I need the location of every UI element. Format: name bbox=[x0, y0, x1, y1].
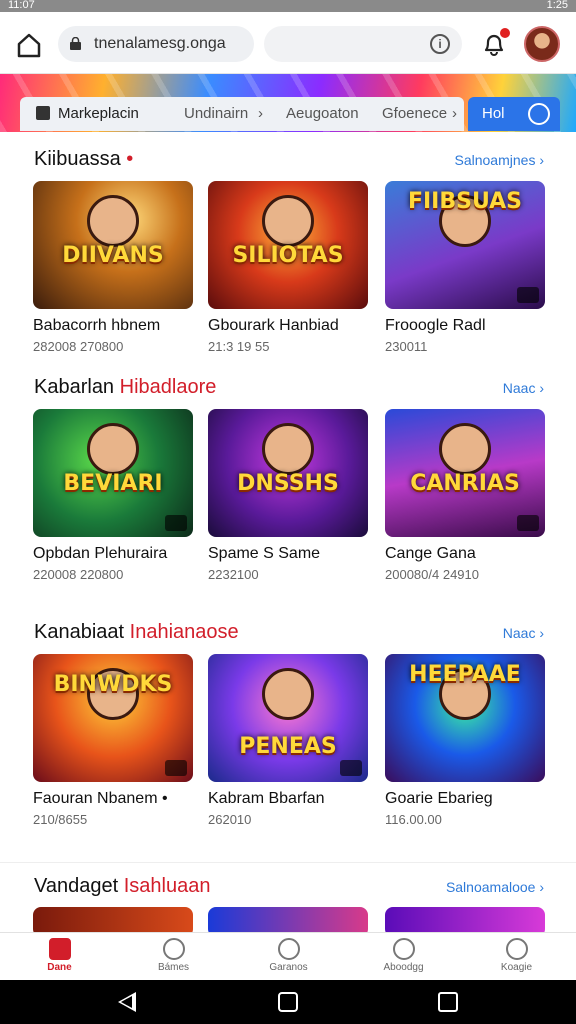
home-icon[interactable] bbox=[14, 30, 44, 60]
chevron-right-icon: › bbox=[452, 105, 457, 122]
status-bar: 11:07 1:25 bbox=[0, 0, 576, 12]
user-icon bbox=[505, 938, 528, 960]
chevron-right-icon: › bbox=[258, 105, 263, 122]
game-art-icon: BINWDKS bbox=[33, 654, 193, 782]
nav-item-profile[interactable]: Garanos bbox=[231, 933, 346, 981]
heart-icon bbox=[392, 938, 415, 960]
status-time-right: 1:25 bbox=[546, 0, 568, 11]
home-button-icon[interactable] bbox=[278, 992, 298, 1012]
game-art-icon: FIIBSUAS bbox=[385, 181, 545, 309]
game-art-icon: DNSSHS bbox=[208, 409, 368, 537]
game-meta: 230011 bbox=[385, 339, 428, 354]
game-art-icon: BEVIARI bbox=[33, 409, 193, 537]
game-meta: 21:3 19 55 bbox=[208, 339, 270, 354]
game-card[interactable]: PENEAS Kabram Bbarfan 262010 bbox=[208, 654, 368, 827]
game-title: Gbourark Hanbiad bbox=[208, 317, 339, 334]
breadcrumb-item[interactable]: Aeugoaton bbox=[286, 105, 359, 122]
breadcrumb-item[interactable]: Undinairn bbox=[184, 105, 248, 122]
status-time: 11:07 bbox=[8, 0, 35, 11]
game-title: Frooogle Radl bbox=[385, 317, 486, 334]
game-art-icon[interactable] bbox=[385, 907, 545, 932]
nav-item-favorites[interactable]: Aboodgg bbox=[346, 933, 461, 981]
profile-icon bbox=[277, 938, 300, 960]
game-card[interactable]: BEVIARI Opbdan Plehuraira 220008 220800 bbox=[33, 409, 193, 582]
game-card[interactable]: FIIBSUAS Frooogle Radl 230011 bbox=[385, 181, 545, 354]
video-badge-icon bbox=[165, 760, 187, 776]
browser-toolbar: tnenalamesg.onga i bbox=[0, 12, 576, 74]
url-field[interactable]: tnenalamesg.onga bbox=[58, 26, 254, 62]
game-art-icon: HEEPAAE bbox=[385, 654, 545, 782]
header-action-label: Hol bbox=[482, 105, 505, 122]
game-art-icon[interactable] bbox=[33, 907, 193, 932]
section-more-link[interactable]: Naac › bbox=[503, 625, 544, 641]
secondary-search-field[interactable]: i bbox=[264, 26, 462, 62]
header-action-button[interactable]: Hol bbox=[468, 97, 560, 131]
game-meta: 116.00.00 bbox=[385, 812, 442, 827]
game-meta: 2232100 bbox=[208, 567, 259, 582]
game-title: Spame S Same bbox=[208, 545, 321, 562]
smile-icon bbox=[162, 938, 185, 960]
lock-icon bbox=[70, 37, 81, 50]
game-art-icon[interactable] bbox=[208, 907, 368, 932]
main-content: Kiibuassa • Salnoamjnes › DIIVANS Babaco… bbox=[0, 132, 576, 932]
game-title: Cange Gana bbox=[385, 545, 476, 562]
nav-item-home[interactable]: Dane bbox=[2, 933, 117, 981]
game-card[interactable]: CANRIAS Cange Gana 200080/4 24910 bbox=[385, 409, 545, 582]
breadcrumb-item[interactable]: Gfoenece bbox=[382, 105, 447, 122]
section-more-link[interactable]: Salnoamjnes › bbox=[455, 152, 545, 168]
section-title: Kanabiaat Inahianaose bbox=[34, 621, 239, 643]
section-more-link[interactable]: Naac › bbox=[503, 380, 544, 396]
nav-item-games[interactable]: Bámes bbox=[116, 933, 231, 981]
game-card[interactable]: DNSSHS Spame S Same 2232100 bbox=[208, 409, 368, 582]
home-icon bbox=[48, 938, 71, 960]
video-badge-icon bbox=[517, 515, 539, 531]
game-meta: 262010 bbox=[208, 812, 252, 827]
bag-icon bbox=[36, 106, 50, 120]
game-card[interactable]: BINWDKS Faouran Nbanem • 210/8655 bbox=[33, 654, 193, 827]
section-title: Vandaget Isahluaan bbox=[34, 875, 211, 897]
section-more-link[interactable]: Salnoamalooe › bbox=[446, 879, 544, 895]
game-art-icon: DIIVANS bbox=[33, 181, 193, 309]
back-icon[interactable] bbox=[118, 992, 136, 1012]
game-title: Faouran Nbanem • bbox=[33, 790, 168, 807]
game-card[interactable]: SILIOTAS Gbourark Hanbiad 21:3 19 55 bbox=[208, 181, 368, 354]
notification-bell[interactable] bbox=[480, 28, 510, 58]
game-title: Goarie Ebarieg bbox=[385, 790, 493, 807]
avatar[interactable] bbox=[524, 26, 560, 62]
section-title: Kiibuassa • bbox=[34, 148, 134, 170]
game-meta: 220008 220800 bbox=[33, 567, 124, 582]
game-title: Babacorrh hbnem bbox=[33, 317, 161, 334]
chat-icon bbox=[528, 103, 550, 125]
video-badge-icon bbox=[165, 515, 187, 531]
video-badge-icon bbox=[340, 760, 362, 776]
url-text: tnenalamesg.onga bbox=[94, 35, 226, 52]
notification-dot bbox=[500, 28, 510, 38]
game-card[interactable]: HEEPAAE Goarie Ebarieg 116.00.00 bbox=[385, 654, 545, 827]
game-art-icon: PENEAS bbox=[208, 654, 368, 782]
game-card[interactable]: DIIVANS Babacorrh hbnem 282008 270800 bbox=[33, 181, 193, 354]
game-meta: 210/8655 bbox=[33, 812, 88, 827]
nav-item-account[interactable]: Koagie bbox=[459, 933, 574, 981]
system-navigation bbox=[0, 980, 576, 1024]
section-title: Kabarlan Hibadlaore bbox=[34, 376, 217, 398]
game-meta: 282008 270800 bbox=[33, 339, 124, 354]
bottom-navigation: Dane Bámes Garanos Aboodgg Koagie bbox=[0, 932, 576, 980]
video-badge-icon bbox=[517, 287, 539, 303]
game-art-icon: CANRIAS bbox=[385, 409, 545, 537]
breadcrumb-item-marketplace[interactable]: Markeplacin bbox=[58, 105, 139, 122]
section-4: Vandaget Isahluaan Salnoamalooe › bbox=[0, 862, 576, 932]
game-title: Kabram Bbarfan bbox=[208, 790, 325, 807]
breadcrumb: Markeplacin Undinairn › Aeugoaton Gfoene… bbox=[20, 97, 464, 131]
info-icon[interactable]: i bbox=[430, 34, 450, 54]
game-title: Opbdan Plehuraira bbox=[33, 545, 168, 562]
recents-icon[interactable] bbox=[438, 992, 458, 1012]
game-art-icon: SILIOTAS bbox=[208, 181, 368, 309]
game-meta: 200080/4 24910 bbox=[385, 567, 479, 582]
